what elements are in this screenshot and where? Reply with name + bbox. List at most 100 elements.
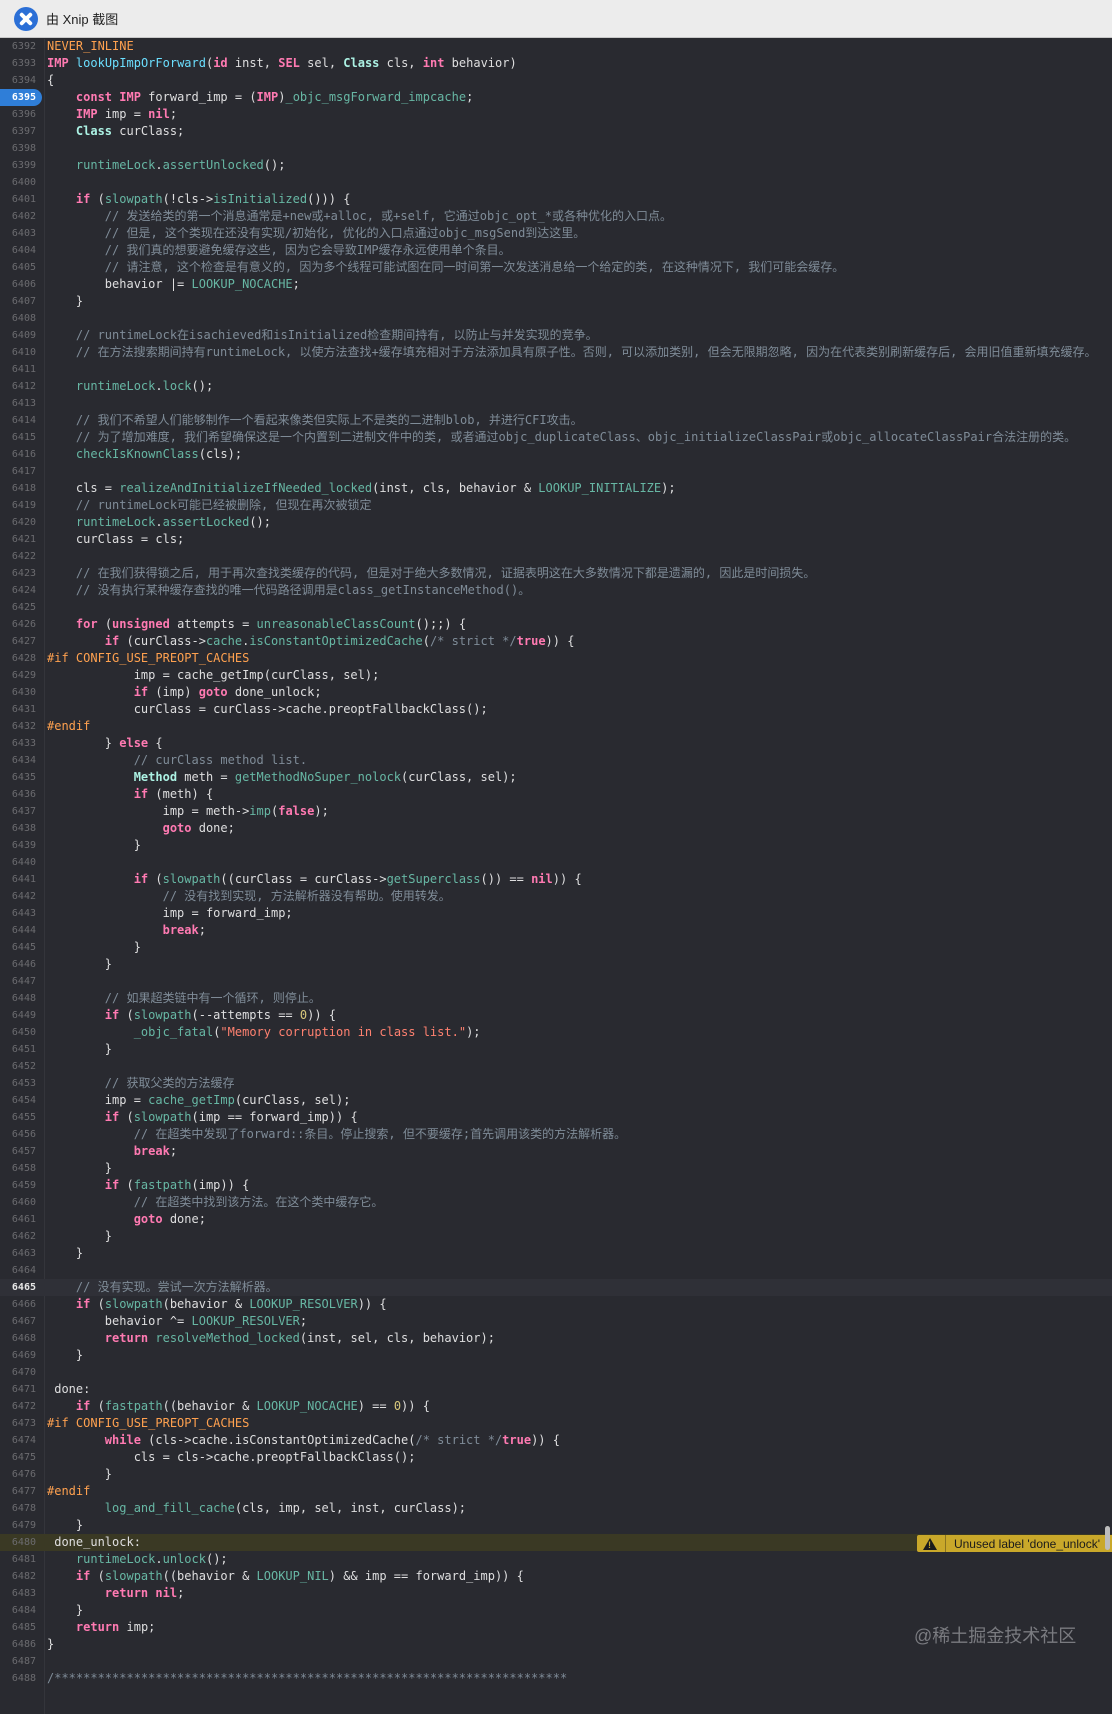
code-line[interactable]: 6428 #if CONFIG_USE_PREOPT_CACHES bbox=[0, 650, 1112, 667]
code-line[interactable]: 6460 // 在超类中找到该方法。在这个类中缓存它。 bbox=[0, 1194, 1112, 1211]
code-line[interactable]: 6467 behavior ^= LOOKUP_RESOLVER; bbox=[0, 1313, 1112, 1330]
code-line[interactable]: 6421 curClass = cls; bbox=[0, 531, 1112, 548]
warning-banner[interactable]: ! Unused label 'done_unlock' bbox=[916, 1535, 1112, 1552]
code-line[interactable]: 6441 if (slowpath((curClass = curClass->… bbox=[0, 871, 1112, 888]
code-line[interactable]: 6483 return nil; bbox=[0, 1585, 1112, 1602]
code-line[interactable]: 6395 const IMP forward_imp = (IMP)_objc_… bbox=[0, 89, 1112, 106]
code-line[interactable]: 6469 } bbox=[0, 1347, 1112, 1364]
code-line[interactable]: 6404 // 我们真的想要避免缓存这些, 因为它会导致IMP缓存永远使用单个条… bbox=[0, 242, 1112, 259]
code-line[interactable]: 6466 if (slowpath(behavior & LOOKUP_RESO… bbox=[0, 1296, 1112, 1313]
code-line[interactable]: 6446 } bbox=[0, 956, 1112, 973]
code-line[interactable]: 6468 return resolveMethod_locked(inst, s… bbox=[0, 1330, 1112, 1347]
code-line[interactable]: 6470 bbox=[0, 1364, 1112, 1381]
code-line[interactable]: 6458 } bbox=[0, 1160, 1112, 1177]
code-line[interactable]: 6392 NEVER_INLINE bbox=[0, 39, 1112, 55]
code-line[interactable]: 6405 // 请注意, 这个检查是有意义的, 因为多个线程可能试图在同一时间第… bbox=[0, 259, 1112, 276]
code-line[interactable]: 6484 } bbox=[0, 1602, 1112, 1619]
code-line[interactable]: 6409 // runtimeLock在isachieved和isInitial… bbox=[0, 327, 1112, 344]
code-line[interactable]: 6451 } bbox=[0, 1041, 1112, 1058]
code-line[interactable]: 6440 bbox=[0, 854, 1112, 871]
code-line[interactable]: 6411 bbox=[0, 361, 1112, 378]
code-line[interactable]: 6429 imp = cache_getImp(curClass, sel); bbox=[0, 667, 1112, 684]
code-line[interactable]: 6393 IMP lookUpImpOrForward(id inst, SEL … bbox=[0, 55, 1112, 72]
code-line[interactable]: 6425 bbox=[0, 599, 1112, 616]
code-line[interactable]: 6427 if (curClass->cache.isConstantOptim… bbox=[0, 633, 1112, 650]
code-line[interactable]: 6396 IMP imp = nil; bbox=[0, 106, 1112, 123]
code-line[interactable]: 6414 // 我们不希望人们能够制作一个看起来像类但实际上不是类的二进制blo… bbox=[0, 412, 1112, 429]
code-line[interactable]: 6465 // 没有实现。尝试一次方法解析器。 bbox=[0, 1279, 1112, 1296]
code-line[interactable]: 6473 #if CONFIG_USE_PREOPT_CACHES bbox=[0, 1415, 1112, 1432]
code-line[interactable]: 6415 // 为了增加难度, 我们希望确保这是一个内置到二进制文件中的类, 或… bbox=[0, 429, 1112, 446]
code-line[interactable]: 6471 done: bbox=[0, 1381, 1112, 1398]
code-line[interactable]: 6442 // 没有找到实现, 方法解析器没有帮助。使用转发。 bbox=[0, 888, 1112, 905]
code-line[interactable]: 6430 if (imp) goto done_unlock; bbox=[0, 684, 1112, 701]
code-line[interactable]: 6459 if (fastpath(imp)) { bbox=[0, 1177, 1112, 1194]
code-text: // 我们不希望人们能够制作一个看起来像类但实际上不是类的二进制blob, 并进… bbox=[47, 412, 583, 429]
code-line[interactable]: 6424 // 没有执行某种缓存查找的唯一代码路径调用是class_getIns… bbox=[0, 582, 1112, 599]
code-line[interactable]: 6407 } bbox=[0, 293, 1112, 310]
code-line[interactable]: 6435 Method meth = getMethodNoSuper_nolo… bbox=[0, 769, 1112, 786]
code-editor[interactable]: 6392 NEVER_INLINE 6393 IMP lookUpImpOrForwa… bbox=[0, 39, 1112, 1714]
code-line[interactable]: 6452 bbox=[0, 1058, 1112, 1075]
code-line[interactable]: 6416 checkIsKnownClass(cls); bbox=[0, 446, 1112, 463]
code-line[interactable]: 6472 if (fastpath((behavior & LOOKUP_NOC… bbox=[0, 1398, 1112, 1415]
code-line[interactable]: 6418 cls = realizeAndInitializeIfNeeded_… bbox=[0, 480, 1112, 497]
code-line[interactable]: 6443 imp = forward_imp; bbox=[0, 905, 1112, 922]
scrollbar-thumb[interactable] bbox=[1105, 1526, 1110, 1550]
code-line[interactable]: 6412 runtimeLock.lock(); bbox=[0, 378, 1112, 395]
code-line[interactable]: 6397 Class curClass; bbox=[0, 123, 1112, 140]
code-line[interactable]: 6456 // 在超类中发现了forward::条目。停止搜索, 但不要缓存;首… bbox=[0, 1126, 1112, 1143]
code-line[interactable]: 6457 break; bbox=[0, 1143, 1112, 1160]
code-line[interactable]: 6402 // 发送给类的第一个消息通常是+new或+alloc, 或+self… bbox=[0, 208, 1112, 225]
code-line[interactable]: 6403 // 但是, 这个类现在还没有实现/初始化, 优化的入口点通过objc… bbox=[0, 225, 1112, 242]
code-line[interactable]: 6401 if (slowpath(!cls->isInitialized())… bbox=[0, 191, 1112, 208]
code-line[interactable]: 6477 #endif bbox=[0, 1483, 1112, 1500]
code-line[interactable]: 6420 runtimeLock.assertLocked(); bbox=[0, 514, 1112, 531]
code-line[interactable]: 6394 { bbox=[0, 72, 1112, 89]
code-line[interactable]: 6434 // curClass method list. bbox=[0, 752, 1112, 769]
code-line[interactable]: 6476 } bbox=[0, 1466, 1112, 1483]
code-line[interactable]: 6455 if (slowpath(imp == forward_imp)) { bbox=[0, 1109, 1112, 1126]
code-line[interactable]: 6479 } bbox=[0, 1517, 1112, 1534]
code-line[interactable]: 6398 bbox=[0, 140, 1112, 157]
code-line[interactable]: 6487 bbox=[0, 1653, 1112, 1670]
code-line[interactable]: 6444 break; bbox=[0, 922, 1112, 939]
code-line[interactable]: 6399 runtimeLock.assertUnlocked(); bbox=[0, 157, 1112, 174]
code-line[interactable]: 6432 #endif bbox=[0, 718, 1112, 735]
code-line[interactable]: 6475 cls = cls->cache.preoptFallbackClas… bbox=[0, 1449, 1112, 1466]
code-line[interactable]: 6462 } bbox=[0, 1228, 1112, 1245]
code-line[interactable]: 6445 } bbox=[0, 939, 1112, 956]
code-line[interactable]: 6464 bbox=[0, 1262, 1112, 1279]
code-line[interactable]: 6439 } bbox=[0, 837, 1112, 854]
code-line[interactable]: 6436 if (meth) { bbox=[0, 786, 1112, 803]
code-line[interactable]: 6481 runtimeLock.unlock(); bbox=[0, 1551, 1112, 1568]
code-line[interactable]: 6474 while (cls->cache.isConstantOptimiz… bbox=[0, 1432, 1112, 1449]
code-line[interactable]: 6419 // runtimeLock可能已经被删除, 但现在再次被锁定 bbox=[0, 497, 1112, 514]
code-line[interactable]: 6448 // 如果超类链中有一个循环, 则停止。 bbox=[0, 990, 1112, 1007]
code-line[interactable]: 6408 bbox=[0, 310, 1112, 327]
code-line[interactable]: 6478 log_and_fill_cache(cls, imp, sel, i… bbox=[0, 1500, 1112, 1517]
code-line[interactable]: 6417 bbox=[0, 463, 1112, 480]
code-line[interactable]: 6450 _objc_fatal("Memory corruption in c… bbox=[0, 1024, 1112, 1041]
code-line[interactable]: 6410 // 在方法搜索期间持有runtimeLock, 以使方法查找+缓存填… bbox=[0, 344, 1112, 361]
code-line[interactable]: 6400 bbox=[0, 174, 1112, 191]
line-number: 6452 bbox=[11, 1061, 36, 1072]
code-line[interactable]: 6433 } else { bbox=[0, 735, 1112, 752]
code-line[interactable]: 6431 curClass = curClass->cache.preoptFa… bbox=[0, 701, 1112, 718]
code-line[interactable]: 6453 // 获取父类的方法缓存 bbox=[0, 1075, 1112, 1092]
code-line[interactable]: 6449 if (slowpath(--attempts == 0)) { bbox=[0, 1007, 1112, 1024]
code-line[interactable]: 6423 // 在我们获得锁之后, 用于再次查找类缓存的代码, 但是对于绝大多数… bbox=[0, 565, 1112, 582]
code-line[interactable]: 6422 bbox=[0, 548, 1112, 565]
code-line[interactable]: 6437 imp = meth->imp(false); bbox=[0, 803, 1112, 820]
code-line[interactable]: 6406 behavior |= LOOKUP_NOCACHE; bbox=[0, 276, 1112, 293]
code-line[interactable]: 6482 if (slowpath((behavior & LOOKUP_NIL… bbox=[0, 1568, 1112, 1585]
code-line[interactable]: 6413 bbox=[0, 395, 1112, 412]
code-line[interactable]: 6426 for (unsigned attempts = unreasonab… bbox=[0, 616, 1112, 633]
code-line[interactable]: 6454 imp = cache_getImp(curClass, sel); bbox=[0, 1092, 1112, 1109]
code-line[interactable]: 6488 /***********************************… bbox=[0, 1670, 1112, 1687]
code-line[interactable]: 6438 goto done; bbox=[0, 820, 1112, 837]
code-line[interactable]: 6463 } bbox=[0, 1245, 1112, 1262]
code-line[interactable]: 6461 goto done; bbox=[0, 1211, 1112, 1228]
code-line[interactable]: 6447 bbox=[0, 973, 1112, 990]
